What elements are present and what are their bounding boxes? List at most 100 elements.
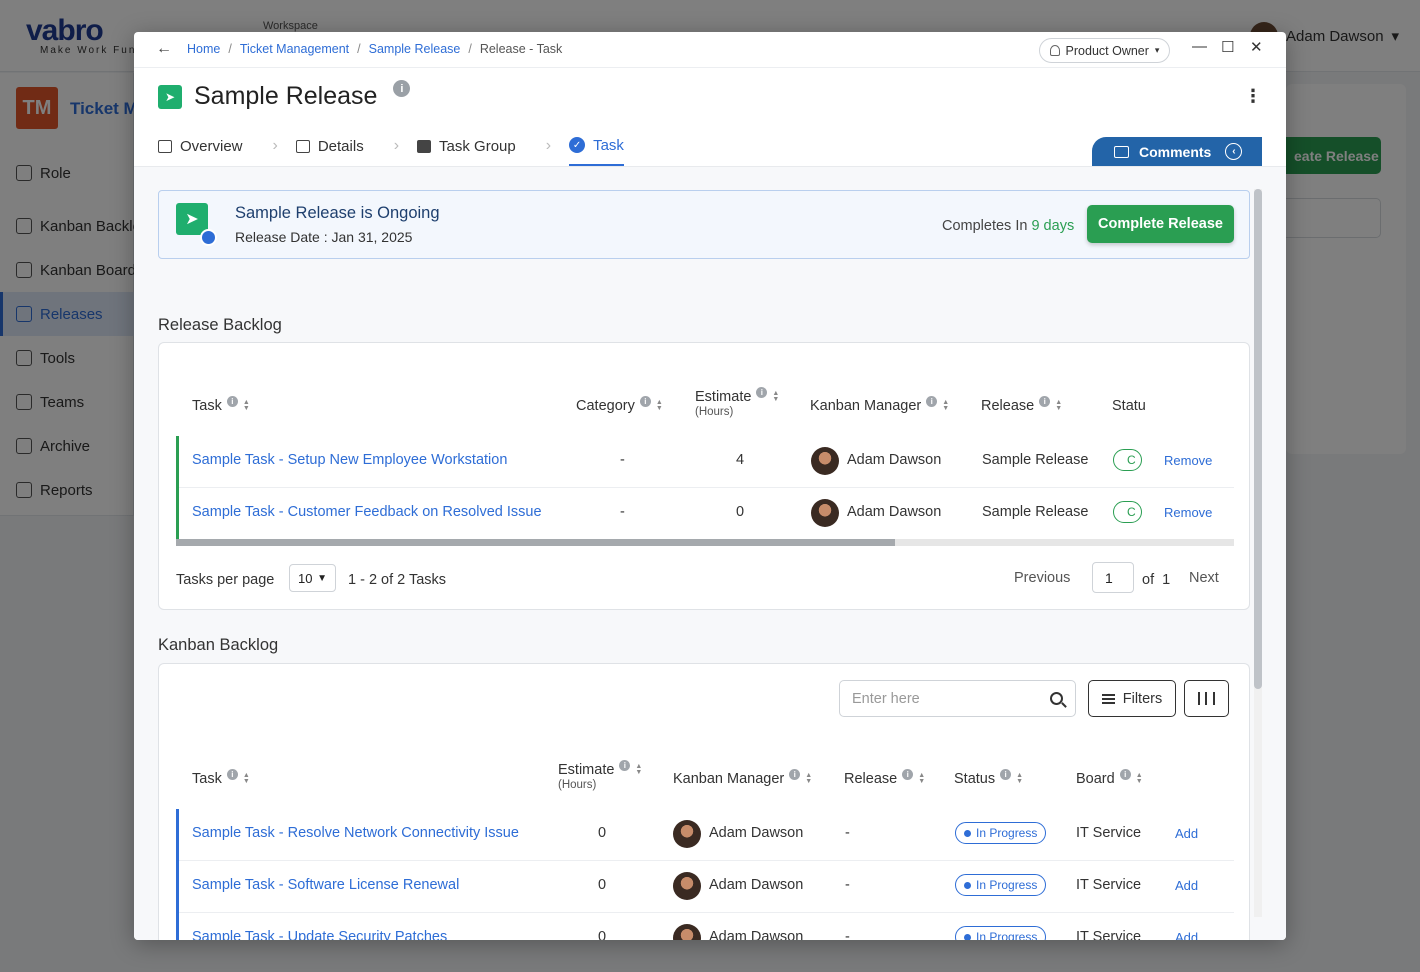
add-link[interactable]: Add: [1175, 930, 1198, 940]
previous-button[interactable]: Previous: [1014, 570, 1070, 586]
release-backlog-title: Release Backlog: [158, 316, 282, 334]
list-icon: [295, 139, 310, 153]
sort-icon[interactable]: ▲ ▼: [656, 399, 663, 412]
release-task-modal: ← Home / Ticket Management / Sample Rele…: [134, 32, 1286, 940]
task-link[interactable]: Sample Task - Resolve Network Connectivi…: [192, 825, 519, 841]
title-row: ➤ Sample Release i: [158, 80, 411, 111]
more-options-icon[interactable]: ⋮: [1244, 86, 1262, 107]
breadcrumb-home[interactable]: Home: [187, 42, 220, 56]
tab-details[interactable]: Details ›: [295, 126, 417, 166]
sort-icon[interactable]: ▲ ▼: [243, 772, 250, 785]
status-badge: C: [1113, 449, 1142, 471]
column-label: Board: [1076, 771, 1115, 787]
add-link[interactable]: Add: [1175, 878, 1198, 893]
column-header-release[interactable]: Release i ▲ ▼: [844, 768, 925, 787]
column-label: Release: [844, 771, 898, 787]
close-icon[interactable]: ✕: [1250, 38, 1263, 56]
next-button[interactable]: Next: [1189, 570, 1219, 586]
status-dot: [964, 881, 971, 889]
avatar: [811, 447, 839, 475]
info-icon: i: [926, 395, 938, 407]
sort-icon[interactable]: ▲ ▼: [1136, 772, 1143, 785]
tab-task-group[interactable]: Task Group ›: [417, 126, 569, 166]
search-icon[interactable]: [1050, 692, 1063, 705]
per-page-select[interactable]: 10 ▼: [289, 564, 336, 592]
comments-button[interactable]: Comments ‹: [1092, 137, 1262, 166]
sort-icon[interactable]: ▲ ▼: [772, 390, 779, 403]
task-link[interactable]: Sample Task - Customer Feedback on Resol…: [192, 504, 542, 520]
column-header-status[interactable]: Status i ▲ ▼: [954, 768, 1023, 787]
maximize-icon[interactable]: ☐: [1221, 38, 1234, 56]
role-label: Product Owner: [1065, 43, 1149, 58]
info-icon[interactable]: i: [393, 80, 411, 97]
role-selector[interactable]: Product Owner ▾: [1039, 38, 1170, 63]
add-link[interactable]: Add: [1175, 826, 1198, 841]
check-circle-icon: ✓: [569, 137, 586, 153]
status-label: In Progress: [976, 878, 1038, 892]
column-header-task[interactable]: Task i ▲ ▼: [192, 395, 250, 414]
column-label: Estimate: [695, 389, 752, 405]
column-header-estimate[interactable]: Estimate i ▲ ▼ (Hours): [558, 759, 642, 791]
estimate-value: 0: [736, 504, 745, 520]
modal-content: ➤ Sample Release is Ongoing Release Date…: [134, 166, 1286, 940]
window-controls: — ☐ ✕: [1192, 38, 1263, 56]
column-header-estimate[interactable]: Estimate i ▲ ▼ (Hours): [695, 386, 779, 418]
sort-icon[interactable]: ▲ ▼: [1016, 772, 1023, 785]
remove-link[interactable]: Remove: [1164, 505, 1212, 520]
comment-icon: [1114, 145, 1129, 158]
tab-overview[interactable]: Overview ›: [158, 126, 296, 166]
sort-icon[interactable]: ▲ ▼: [805, 772, 812, 785]
table-row: Sample Task - Resolve Network Connectivi…: [176, 809, 1234, 861]
column-label: Estimate: [558, 762, 615, 778]
chevron-right-icon: ›: [272, 137, 278, 154]
sort-icon[interactable]: ▲ ▼: [918, 772, 925, 785]
breadcrumb-ticket-management[interactable]: Ticket Management: [240, 42, 349, 56]
breadcrumb-current: Release - Task: [479, 42, 563, 56]
remove-link[interactable]: Remove: [1164, 453, 1212, 468]
minimize-icon[interactable]: —: [1192, 38, 1207, 56]
tab-bar: Overview › Details › Task Group › ✓ Task: [158, 126, 624, 166]
column-header-board[interactable]: Board i ▲ ▼: [1076, 768, 1143, 787]
column-header-release[interactable]: Release i ▲ ▼: [981, 395, 1062, 414]
info-icon: i: [1039, 395, 1051, 407]
task-link[interactable]: Sample Task - Update Security Patches: [192, 929, 447, 940]
column-header-category[interactable]: Category i ▲ ▼: [576, 395, 663, 414]
row-indicator: [176, 861, 179, 913]
column-label: Status: [954, 771, 996, 787]
column-header-task[interactable]: Task i ▲ ▼: [192, 768, 250, 787]
sort-icon[interactable]: ▲ ▼: [635, 763, 642, 776]
per-page-value: 10: [298, 570, 313, 586]
filters-button[interactable]: Filters: [1088, 680, 1176, 717]
kanban-backlog-title: Kanban Backlog: [158, 636, 279, 654]
column-header-kanban-manager[interactable]: Kanban Manager i ▲ ▼: [673, 768, 812, 787]
release-value: -: [845, 929, 850, 940]
tab-task[interactable]: ✓ Task: [569, 126, 624, 166]
search-input[interactable]: [852, 690, 1050, 707]
breadcrumb-separator: /: [228, 42, 232, 56]
vertical-scrollbar[interactable]: [1254, 189, 1262, 917]
breadcrumb-separator: /: [357, 42, 361, 56]
breadcrumb-sample-release[interactable]: Sample Release: [369, 42, 461, 56]
avatar: [811, 499, 839, 527]
column-header-status[interactable]: Statu: [1112, 398, 1146, 414]
back-arrow-icon[interactable]: ←: [156, 40, 172, 58]
filters-label: Filters: [1122, 690, 1163, 707]
complete-release-button[interactable]: Complete Release: [1087, 205, 1234, 243]
sort-icon[interactable]: ▲ ▼: [942, 399, 949, 412]
task-link[interactable]: Sample Task - Software License Renewal: [192, 877, 459, 893]
horizontal-scrollbar[interactable]: [176, 539, 1234, 546]
board-value: IT Service: [1076, 929, 1142, 940]
task-link[interactable]: Sample Task - Setup New Employee Worksta…: [192, 452, 507, 468]
scrollbar-thumb[interactable]: [1254, 189, 1262, 689]
column-settings-button[interactable]: [1184, 680, 1229, 717]
sort-icon[interactable]: ▲ ▼: [1055, 399, 1062, 412]
total-pages: 1: [1162, 572, 1171, 588]
page-number-input[interactable]: 1: [1092, 562, 1134, 593]
release-value: Sample Release: [982, 452, 1089, 468]
estimate-value: 4: [736, 452, 745, 468]
scrollbar-thumb[interactable]: [176, 539, 896, 546]
tab-label: Task Group: [439, 137, 516, 155]
column-header-kanban-manager[interactable]: Kanban Manager i ▲ ▼: [810, 395, 949, 414]
sort-icon[interactable]: ▲ ▼: [243, 399, 250, 412]
search-box[interactable]: [839, 680, 1076, 717]
